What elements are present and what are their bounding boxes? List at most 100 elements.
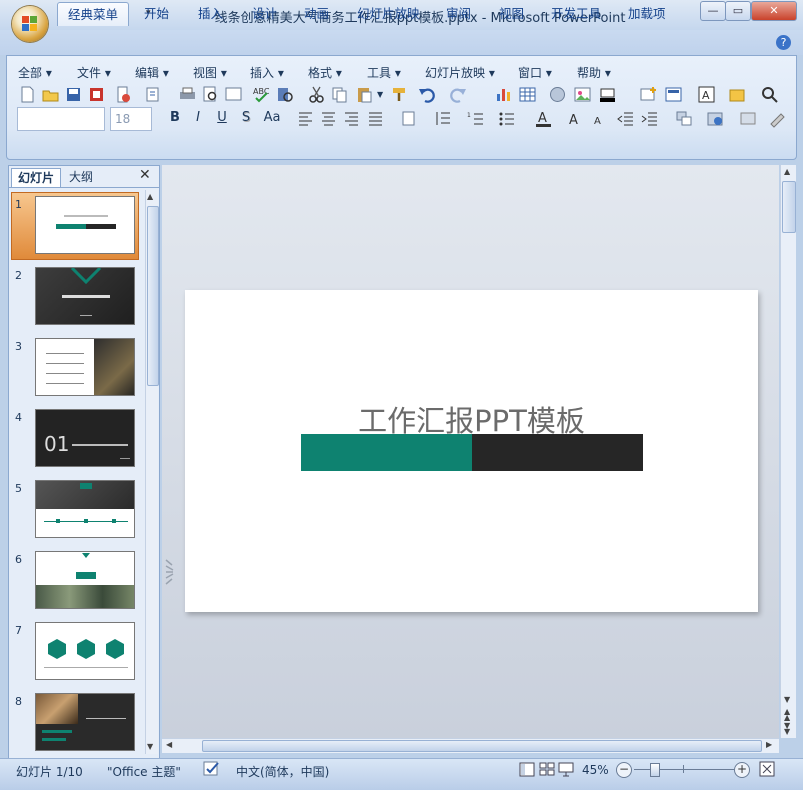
align-left-icon[interactable] xyxy=(296,109,315,128)
shape-fill-icon[interactable] xyxy=(739,109,758,128)
textbox-icon[interactable]: A xyxy=(697,85,716,104)
numbering-icon[interactable]: 1 xyxy=(466,109,485,128)
spelling-icon[interactable]: ABC xyxy=(252,85,271,104)
tab-home[interactable]: 开始 xyxy=(134,2,179,25)
slideshow-view-icon[interactable] xyxy=(558,762,574,777)
minimize-button[interactable]: — xyxy=(700,1,726,21)
menu-help[interactable]: 帮助 ▾ xyxy=(577,64,611,81)
spell-check-icon[interactable] xyxy=(203,761,221,777)
scroll-left-icon[interactable]: ◀ xyxy=(166,740,172,749)
shape-outline-icon[interactable] xyxy=(768,109,787,128)
font-color-icon[interactable]: A xyxy=(534,109,553,128)
maximize-button[interactable]: ▭ xyxy=(725,1,751,21)
open-icon[interactable] xyxy=(41,85,60,104)
scroll-up-icon[interactable]: ▲ xyxy=(147,192,153,201)
tab-slideshow[interactable]: 幻灯片放映 xyxy=(347,2,430,25)
publish-icon[interactable] xyxy=(87,85,106,104)
menu-slideshow[interactable]: 幻灯片放映 ▾ xyxy=(425,64,495,81)
save-toolbar-icon[interactable] xyxy=(64,85,83,104)
slides-panel-scrollbar[interactable]: ▲ ▼ xyxy=(145,190,159,754)
slide-bar-green[interactable] xyxy=(301,434,472,471)
slide-thumbnail-2[interactable] xyxy=(35,267,135,325)
menu-window[interactable]: 窗口 ▾ xyxy=(518,64,552,81)
scroll-down-icon[interactable]: ▼ xyxy=(784,695,790,704)
layout-icon[interactable] xyxy=(664,85,683,104)
attach-icon[interactable] xyxy=(143,85,162,104)
zoom-slider-thumb[interactable] xyxy=(650,763,660,777)
scroll-down-icon[interactable]: ▼ xyxy=(147,742,153,751)
tab-addins[interactable]: 加载项 xyxy=(618,2,676,25)
zoom-out-button[interactable]: − xyxy=(616,762,632,778)
align-center-icon[interactable] xyxy=(319,109,338,128)
slide-canvas[interactable]: 工作汇报PPT模板 xyxy=(185,290,758,612)
language-status[interactable]: 中文(简体，中国) xyxy=(236,763,329,780)
underline-button[interactable]: U xyxy=(213,110,231,125)
scroll-right-icon[interactable]: ▶ xyxy=(766,740,772,749)
slide-sorter-icon[interactable] xyxy=(539,762,555,777)
research-icon[interactable] xyxy=(275,85,294,104)
slide-thumbnail-8[interactable] xyxy=(35,693,135,751)
menu-all[interactable]: 全部 ▾ xyxy=(18,64,52,81)
change-case-button[interactable]: Aa xyxy=(259,110,285,125)
close-button[interactable]: ✕ xyxy=(751,1,797,21)
shapes-icon[interactable] xyxy=(728,85,747,104)
grow-font-icon[interactable]: A xyxy=(567,109,586,128)
font-name-combo[interactable] xyxy=(17,107,105,131)
bullets-icon[interactable] xyxy=(497,109,516,128)
chart-icon[interactable] xyxy=(494,85,513,104)
office-button[interactable] xyxy=(12,6,48,42)
print-icon[interactable] xyxy=(178,85,197,104)
zoom-in-button[interactable]: + xyxy=(734,762,750,778)
menu-view[interactable]: 视图 ▾ xyxy=(193,64,227,81)
decrease-indent-icon[interactable] xyxy=(616,109,635,128)
clipart-icon[interactable] xyxy=(548,85,567,104)
normal-view-icon[interactable] xyxy=(519,762,535,777)
shrink-font-icon[interactable]: A xyxy=(591,109,610,128)
text-direction-icon[interactable] xyxy=(400,109,419,128)
slide-thumbnail-4[interactable]: 01 xyxy=(35,409,135,467)
fit-to-window-icon[interactable] xyxy=(759,761,775,777)
tab-outline[interactable]: 大纲 xyxy=(63,168,99,186)
tab-view[interactable]: 视图 xyxy=(489,2,534,25)
scroll-thumb[interactable] xyxy=(782,181,796,233)
slide-thumbnail-1[interactable] xyxy=(35,196,135,254)
tab-insert[interactable]: 插入 xyxy=(188,2,233,25)
permission-icon[interactable] xyxy=(114,85,133,104)
picture-icon[interactable] xyxy=(573,85,592,104)
tab-developer[interactable]: 开发工具 xyxy=(541,2,611,25)
tab-slides[interactable]: 幻灯片 xyxy=(11,168,62,187)
copy-icon[interactable] xyxy=(330,85,349,104)
fill-color-icon[interactable] xyxy=(598,85,617,104)
align-right-icon[interactable] xyxy=(342,109,361,128)
shadow-button[interactable]: S xyxy=(237,110,255,125)
increase-indent-icon[interactable] xyxy=(640,109,659,128)
find-icon[interactable] xyxy=(760,85,779,104)
new-icon[interactable] xyxy=(18,85,37,104)
next-slide-icon[interactable]: ▼ ▼ xyxy=(784,722,790,736)
previous-slide-icon[interactable]: ▲ ▲ xyxy=(784,708,790,722)
format-painter-icon[interactable] xyxy=(390,85,409,104)
bold-button[interactable]: B xyxy=(166,110,184,125)
slide-bar-dark[interactable] xyxy=(472,434,643,471)
undo-toolbar-icon[interactable] xyxy=(418,85,437,104)
menu-insert[interactable]: 插入 ▾ xyxy=(250,64,284,81)
line-spacing-icon[interactable] xyxy=(433,109,452,128)
menu-file[interactable]: 文件 ▾ xyxy=(77,64,111,81)
zoom-slider-track[interactable] xyxy=(634,769,734,770)
table-icon[interactable] xyxy=(518,85,537,104)
menu-tools[interactable]: 工具 ▾ xyxy=(367,64,401,81)
zoom-level[interactable]: 45% xyxy=(582,763,609,777)
tab-review[interactable]: 审阅 xyxy=(436,2,481,25)
panel-close-icon[interactable]: ✕ xyxy=(139,167,151,183)
scroll-thumb[interactable] xyxy=(147,206,159,386)
tab-classic-menu[interactable]: 经典菜单 xyxy=(57,2,130,26)
new-slide-icon[interactable] xyxy=(639,85,658,104)
italic-button[interactable]: I xyxy=(189,110,207,125)
paste-icon[interactable] xyxy=(355,85,374,104)
font-size-combo[interactable]: 18 xyxy=(110,107,152,131)
slide-thumbnail-7[interactable] xyxy=(35,622,135,680)
menu-format[interactable]: 格式 ▾ xyxy=(308,64,342,81)
slide-thumbnail-3[interactable] xyxy=(35,338,135,396)
slide-thumbnail-6[interactable] xyxy=(35,551,135,609)
cut-icon[interactable] xyxy=(307,85,326,104)
